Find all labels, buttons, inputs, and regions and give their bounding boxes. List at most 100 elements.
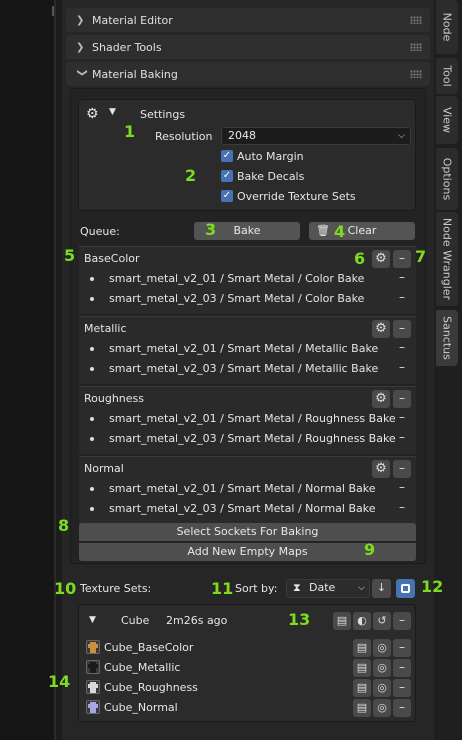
resolution-value: 2048 bbox=[228, 129, 256, 142]
remove-map-button[interactable]: – bbox=[393, 639, 411, 657]
remove-group-button[interactable]: – bbox=[393, 320, 411, 338]
sort-direction-button[interactable]: ↓ bbox=[372, 579, 391, 598]
clear-button-label: Clear bbox=[347, 224, 377, 237]
drag-grip-icon[interactable] bbox=[410, 43, 422, 51]
bake-decals-checkbox[interactable]: ✓ bbox=[221, 170, 233, 182]
settings-gear-icon[interactable]: ⚙ bbox=[86, 106, 99, 122]
bake-item-label: smart_metal_v2_01 / Smart Metal / Color … bbox=[109, 272, 365, 285]
remove-map-button[interactable]: – bbox=[393, 699, 411, 717]
bullet-icon bbox=[90, 297, 94, 301]
resolution-dropdown[interactable]: 2048 ⌵ bbox=[221, 127, 411, 145]
tab-view[interactable]: View bbox=[436, 96, 458, 144]
square-icon bbox=[401, 583, 410, 593]
bake-item-label: smart_metal_v2_01 / Smart Metal / Metall… bbox=[109, 342, 379, 355]
map-color-swatch bbox=[88, 664, 98, 668]
annotation-number: 14 bbox=[48, 672, 71, 691]
texture-sets-label: Texture Sets: bbox=[80, 582, 152, 595]
bake-group-name: Normal bbox=[84, 462, 124, 475]
remove-item-button[interactable]: – bbox=[393, 429, 411, 447]
remove-item-button[interactable]: – bbox=[393, 479, 411, 497]
annotation-number: 1 bbox=[124, 122, 136, 141]
map-preview-button[interactable]: ◎ bbox=[373, 679, 391, 697]
select-sockets-button[interactable]: Select Sockets For Baking bbox=[79, 523, 416, 541]
map-preview-button[interactable]: ◎ bbox=[373, 699, 391, 717]
drag-grip-icon[interactable] bbox=[410, 70, 422, 78]
panel-shader-tools[interactable]: ❯ Shader Tools bbox=[66, 35, 430, 59]
map-name: Cube_BaseColor bbox=[104, 641, 194, 654]
expand-down-icon[interactable]: ▼ bbox=[109, 107, 116, 117]
drag-grip-icon[interactable] bbox=[410, 16, 422, 24]
auto-margin-checkbox[interactable]: ✓ bbox=[221, 150, 233, 162]
tab-options[interactable]: Options bbox=[436, 148, 458, 210]
map-color-swatch bbox=[88, 704, 98, 708]
annotation-number: 11 bbox=[211, 579, 234, 598]
remove-set-button[interactable]: – bbox=[393, 612, 411, 630]
map-node-button[interactable]: ▤ bbox=[353, 679, 371, 697]
bullet-icon bbox=[90, 367, 94, 371]
bake-group-name: BaseColor bbox=[84, 252, 140, 265]
remove-item-button[interactable]: – bbox=[393, 499, 411, 517]
remove-item-button[interactable]: – bbox=[393, 269, 411, 287]
bullet-icon bbox=[90, 507, 94, 511]
remove-item-button[interactable]: – bbox=[393, 359, 411, 377]
remove-group-button[interactable]: – bbox=[393, 390, 411, 408]
texture-set-name: Cube bbox=[121, 614, 150, 627]
panel-title: Shader Tools bbox=[92, 40, 162, 54]
map-preview-button[interactable]: ◎ bbox=[373, 639, 391, 657]
panel-title: Material Baking bbox=[92, 67, 178, 81]
group-settings-gear-icon[interactable]: ⚙ bbox=[372, 390, 390, 408]
select-sockets-label: Select Sockets For Baking bbox=[176, 525, 319, 538]
tab-sanctus[interactable]: Sanctus bbox=[436, 310, 458, 366]
panel-material-editor[interactable]: ❯ Material Editor bbox=[66, 8, 430, 32]
override-texture-sets-label: Override Texture Sets bbox=[237, 190, 356, 203]
expand-down-icon[interactable]: ▼ bbox=[89, 615, 96, 625]
remove-group-button[interactable]: – bbox=[393, 250, 411, 268]
remove-group-button[interactable]: – bbox=[393, 460, 411, 478]
annotation-number: 6 bbox=[354, 249, 366, 268]
auto-margin-label: Auto Margin bbox=[237, 150, 304, 163]
bake-item-label: smart_metal_v2_01 / Smart Metal / Roughn… bbox=[109, 412, 396, 425]
bake-item-label: smart_metal_v2_03 / Smart Metal / Normal… bbox=[109, 502, 376, 515]
trash-icon: 🗑 bbox=[316, 224, 330, 237]
link-button[interactable]: ↺ bbox=[373, 612, 391, 630]
annotation-number: 12 bbox=[421, 577, 444, 596]
group-settings-gear-icon[interactable]: ⚙ bbox=[372, 320, 390, 338]
export-button[interactable]: ▤ bbox=[333, 612, 351, 630]
bake-item-label: smart_metal_v2_03 / Smart Metal / Metall… bbox=[109, 362, 379, 375]
viewport-edge bbox=[0, 0, 56, 740]
map-node-button[interactable]: ▤ bbox=[353, 699, 371, 717]
annotation-number: 8 bbox=[58, 516, 70, 535]
bake-group-name: Roughness bbox=[84, 392, 145, 405]
map-swatch-icon bbox=[86, 680, 100, 694]
tab-label: Sanctus bbox=[440, 316, 454, 360]
annotation-number: 2 bbox=[185, 166, 197, 185]
remove-map-button[interactable]: – bbox=[393, 659, 411, 677]
map-node-button[interactable]: ▤ bbox=[353, 639, 371, 657]
panel-material-baking[interactable]: ❯ Material Baking bbox=[66, 62, 430, 86]
queue-label: Queue: bbox=[80, 225, 120, 238]
chevron-down-icon: ⌵ bbox=[398, 131, 405, 141]
remove-map-button[interactable]: – bbox=[393, 679, 411, 697]
clear-button[interactable]: 🗑 Clear bbox=[309, 222, 415, 240]
remove-item-button[interactable]: – bbox=[393, 339, 411, 357]
sort-value: Date bbox=[309, 581, 336, 594]
tab-tool[interactable]: Tool bbox=[436, 58, 458, 94]
material-preview-button[interactable]: ◐ bbox=[353, 612, 371, 630]
group-settings-gear-icon[interactable]: ⚙ bbox=[372, 250, 390, 268]
bake-item-label: smart_metal_v2_01 / Smart Metal / Normal… bbox=[109, 482, 376, 495]
map-preview-button[interactable]: ◎ bbox=[373, 659, 391, 677]
remove-item-button[interactable]: – bbox=[393, 289, 411, 307]
bake-button-label: Bake bbox=[233, 224, 261, 237]
tab-node-wrangler[interactable]: Node Wrangler bbox=[436, 212, 458, 306]
bullet-icon bbox=[90, 437, 94, 441]
toggle-button[interactable] bbox=[396, 579, 415, 598]
chevron-down-icon: ❯ bbox=[76, 68, 88, 77]
bullet-icon bbox=[90, 417, 94, 421]
sort-dropdown[interactable]: ⧗ Date ⌵ bbox=[286, 579, 370, 598]
tab-node[interactable]: Node bbox=[436, 0, 458, 54]
map-node-button[interactable]: ▤ bbox=[353, 659, 371, 677]
group-settings-gear-icon[interactable]: ⚙ bbox=[372, 460, 390, 478]
annotation-number: 9 bbox=[364, 540, 376, 559]
remove-item-button[interactable]: – bbox=[393, 409, 411, 427]
override-texture-sets-checkbox[interactable]: ✓ bbox=[221, 190, 233, 202]
